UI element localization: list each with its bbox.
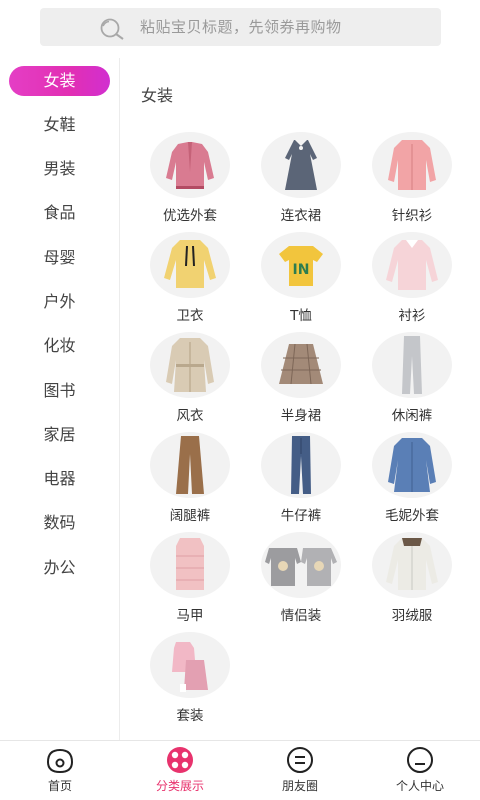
- category-label: 羽绒服: [391, 608, 433, 624]
- category-item[interactable]: 风衣: [135, 332, 245, 430]
- grey-pants-image: [372, 332, 452, 398]
- nav-profile-label: 个人中心: [395, 779, 444, 793]
- category-label: 休闲裤: [391, 408, 433, 424]
- moments-icon: [284, 746, 316, 774]
- bottom-nav: 首页 分类展示 朋友圈 个人中心: [0, 740, 480, 800]
- category-label: 衬衫: [398, 308, 426, 324]
- sidebar-item-mother-baby[interactable]: 母婴: [9, 243, 110, 273]
- category-label: 风衣: [176, 408, 204, 424]
- profile-icon: [404, 746, 436, 774]
- category-label: 马甲: [176, 608, 204, 624]
- search-input[interactable]: 粘贴宝贝标题，先领券再购物: [140, 17, 342, 37]
- beige-trench-coat-image: [150, 332, 230, 398]
- sidebar-item-cosmetics[interactable]: 化妆: [9, 331, 110, 361]
- sidebar-item-books[interactable]: 图书: [9, 376, 110, 406]
- category-label: 套装: [176, 708, 204, 724]
- sidebar-item-women-clothing[interactable]: 女装: [9, 66, 110, 96]
- brown-wide-pants-image: [150, 432, 230, 498]
- couple-sweatshirts-image: [261, 532, 341, 598]
- grey-dress-image: [261, 132, 341, 198]
- section-title: 女装: [141, 86, 174, 105]
- sidebar-item-women-shoes[interactable]: 女鞋: [9, 110, 110, 140]
- sidebar-item-digital[interactable]: 数码: [9, 508, 110, 538]
- category-label: 阔腿裤: [169, 508, 211, 524]
- sidebar-item-home[interactable]: 家居: [9, 420, 110, 450]
- category-label: 优选外套: [163, 208, 217, 224]
- category-label: 情侣装: [280, 608, 322, 624]
- category-content: 女装 优选外套 连衣裙 针织衫 卫衣 IN T恤 衬衫 风衣 半身裙 休闲裤 阔…: [121, 58, 480, 740]
- yellow-hoodie-image: [150, 232, 230, 298]
- sidebar-item-appliances[interactable]: 电器: [9, 464, 110, 494]
- nav-category[interactable]: 分类展示: [120, 741, 240, 800]
- category-item[interactable]: 连衣裙: [246, 132, 356, 230]
- sidebar-item-office[interactable]: 办公: [9, 553, 110, 583]
- category-item[interactable]: 针织衫: [357, 132, 467, 230]
- category-item[interactable]: 羽绒服: [357, 532, 467, 630]
- category-sidebar: 女装 女鞋 男装 食品 母婴 户外 化妆 图书 家居 电器 数码 办公: [0, 58, 120, 740]
- blue-jeans-image: [261, 432, 341, 498]
- nav-category-label: 分类展示: [155, 779, 204, 793]
- category-label: 牛仔裤: [280, 508, 322, 524]
- pink-leather-jacket-image: [150, 132, 230, 198]
- plaid-skirt-image: [261, 332, 341, 398]
- sidebar-item-outdoor[interactable]: 户外: [9, 287, 110, 317]
- nav-home-label: 首页: [47, 779, 72, 793]
- search-icon: [98, 17, 124, 40]
- category-icon: [164, 746, 196, 774]
- svg-text:IN: IN: [293, 262, 310, 278]
- category-item[interactable]: 半身裙: [246, 332, 356, 430]
- category-item[interactable]: 牛仔裤: [246, 432, 356, 530]
- nav-home[interactable]: 首页: [0, 741, 120, 800]
- nav-moments-label: 朋友圈: [281, 779, 318, 793]
- category-item[interactable]: 情侣装: [246, 532, 356, 630]
- category-item[interactable]: IN T恤: [246, 232, 356, 330]
- category-label: 半身裙: [280, 408, 322, 424]
- category-label: 毛妮外套: [385, 508, 439, 524]
- home-face-icon: [44, 746, 76, 774]
- category-label: T恤: [290, 308, 312, 324]
- pink-puffer-vest-image: [150, 532, 230, 598]
- nav-moments[interactable]: 朋友圈: [240, 741, 360, 800]
- category-item[interactable]: 毛妮外套: [357, 432, 467, 530]
- category-item[interactable]: 休闲裤: [357, 332, 467, 430]
- white-down-jacket-image: [372, 532, 452, 598]
- category-item[interactable]: 卫衣: [135, 232, 245, 330]
- category-item[interactable]: 衬衫: [357, 232, 467, 330]
- category-item[interactable]: 阔腿裤: [135, 432, 245, 530]
- pink-cardigan-image: [372, 132, 452, 198]
- category-item[interactable]: 套装: [135, 632, 245, 730]
- blue-wool-coat-image: [372, 432, 452, 498]
- search-header: 粘贴宝贝标题，先领券再购物: [0, 0, 480, 58]
- category-item[interactable]: 马甲: [135, 532, 245, 630]
- search-bar[interactable]: 粘贴宝贝标题，先领券再购物: [40, 8, 441, 46]
- category-label: 卫衣: [176, 308, 204, 324]
- pink-blouse-image: [372, 232, 452, 298]
- sidebar-item-men-clothing[interactable]: 男装: [9, 154, 110, 184]
- category-item[interactable]: 优选外套: [135, 132, 245, 230]
- pink-outfit-set-image: [150, 632, 230, 698]
- category-label: 连衣裙: [280, 208, 322, 224]
- nav-profile[interactable]: 个人中心: [360, 741, 480, 800]
- yellow-tshirt-image: IN: [261, 232, 341, 298]
- sidebar-item-food[interactable]: 食品: [9, 198, 110, 228]
- category-label: 针织衫: [391, 208, 433, 224]
